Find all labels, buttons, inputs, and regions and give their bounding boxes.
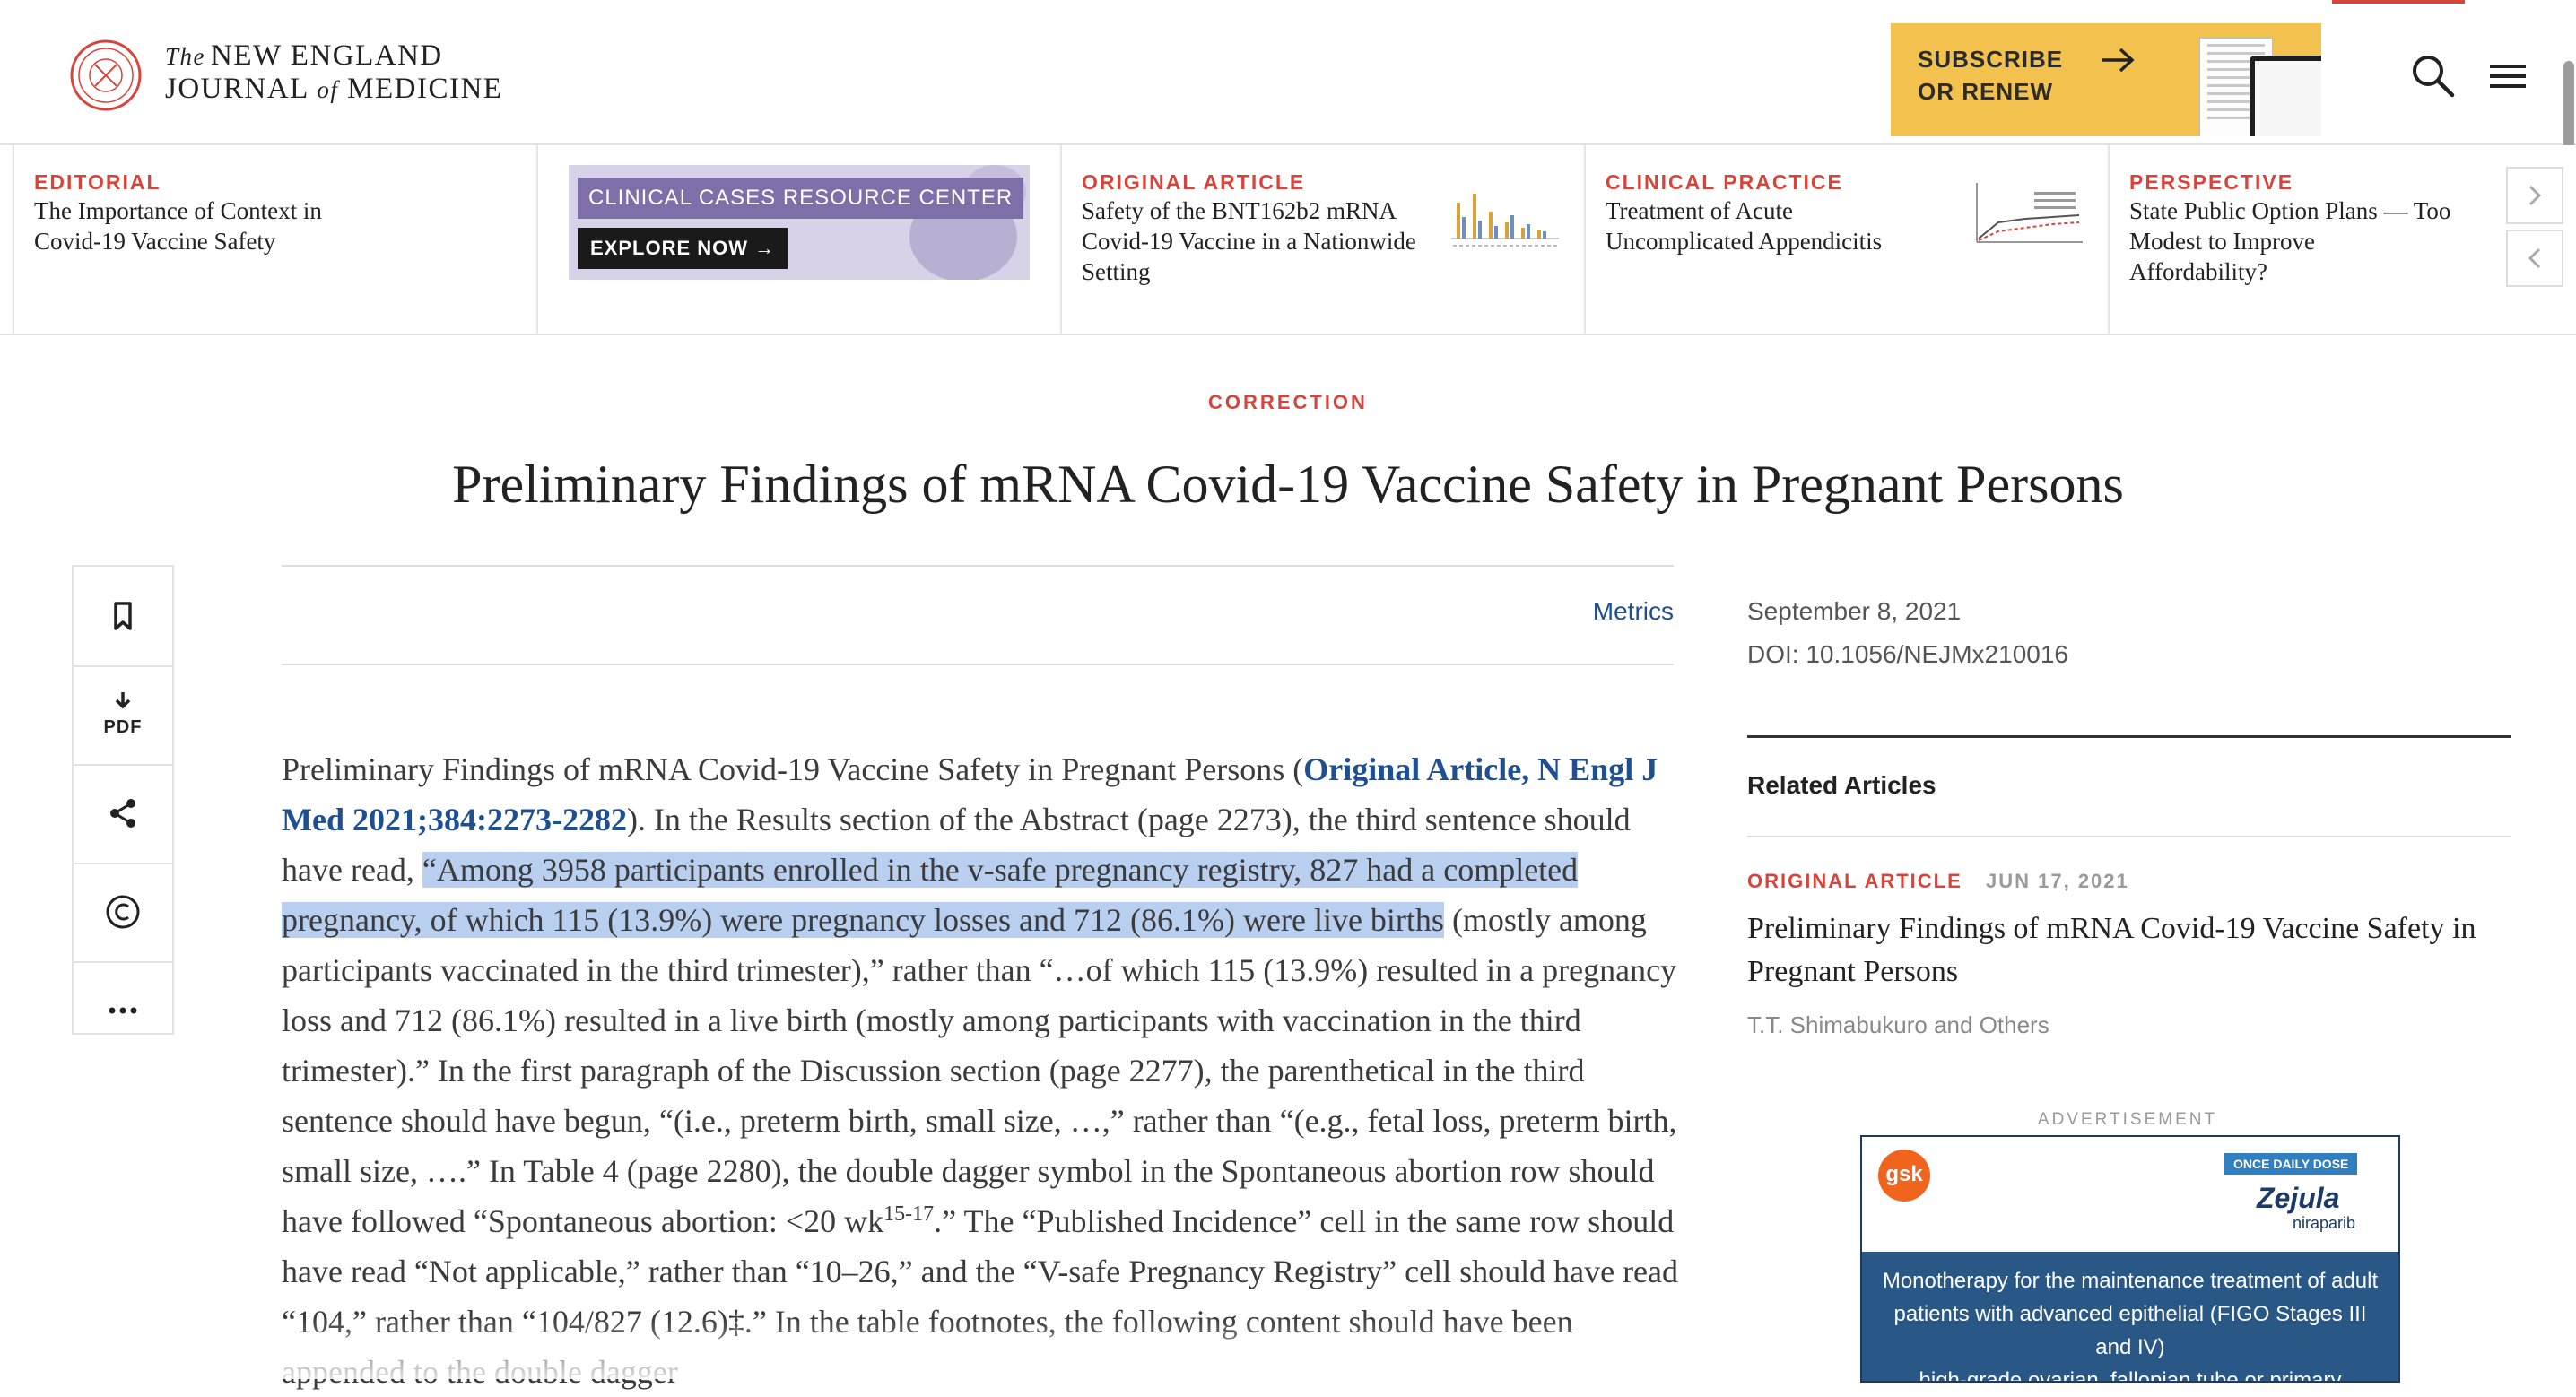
related-article-category: ORIGINAL ARTICLE (1747, 870, 1962, 892)
card-title-line: Safety of the BNT162b2 mRNA (1082, 197, 1397, 224)
divider (1747, 735, 2511, 738)
article-tools: PDF (72, 565, 174, 1035)
bookmark-icon (114, 602, 132, 630)
pdf-download-button[interactable]: PDF (74, 665, 172, 766)
nejm-seal-icon[interactable] (70, 39, 142, 111)
card-title-line: Uncomplicated Appendicitis (1606, 228, 1883, 255)
article-title: Preliminary Findings of mRNA Covid-19 Va… (452, 455, 2124, 514)
pdf-label: PDF (103, 717, 143, 737)
card-title-line: Affordability? (2129, 258, 2267, 285)
generic-name: niraparib (2293, 1214, 2356, 1232)
ad-copy: Monotherapy for the maintenance treatmen… (1880, 1264, 2380, 1383)
ad-copy-line: Monotherapy for the maintenance treatmen… (1882, 1269, 2379, 1293)
carousel-card-perspective[interactable]: PERSPECTIVE State Public Option Plans — … (2108, 145, 2504, 334)
carousel-card-editorial[interactable]: EDITORIAL The Importance of Context in C… (13, 145, 538, 334)
subscribe-label-line2: OR RENEW (1918, 78, 2053, 105)
subscribe-button[interactable]: SUBSCRIBE OR RENEW (1891, 23, 2321, 136)
pdf-download-icon (115, 692, 131, 709)
arrow-right-icon: → (754, 237, 776, 259)
arrow-right-icon (2102, 48, 2135, 73)
related-article-authors: T.T. Shimabukuro and Others (1747, 1011, 2049, 1038)
article-type-label: CORRECTION (1208, 391, 1368, 413)
brand-name: Zejula (2257, 1182, 2340, 1214)
article-body: Preliminary Findings of mRNA Covid-19 Va… (282, 744, 1681, 1397)
subscribe-label-line1: SUBSCRIBE (1918, 46, 2064, 73)
metrics-link[interactable]: Metrics (1525, 597, 1674, 626)
advertisement-banner[interactable]: gsk ONCE DAILY DOSE Zejula niraparib Mon… (1860, 1135, 2400, 1383)
divider (282, 565, 1674, 567)
highlighted-text[interactable]: “Among 3958 participants enrolled in the… (282, 852, 1579, 938)
explore-now-button[interactable]: EXPLORE NOW → (578, 228, 788, 269)
more-icon (109, 1007, 137, 1014)
body-text-segment: (mostly among participants vaccinated in… (282, 902, 1677, 1239)
logo-medicine: MEDICINE (347, 73, 503, 105)
clinical-cases-banner[interactable]: CLINICAL CASES RESOURCE CENTER EXPLORE N… (569, 165, 1030, 280)
reference-superscript[interactable]: 15-17 (883, 1202, 934, 1226)
doi: DOI: 10.1056/NEJMx210016 (1747, 640, 2068, 668)
copyright-permissions-button[interactable] (74, 863, 172, 963)
dose-badge: ONCE DAILY DOSE (2224, 1153, 2358, 1175)
card-title-line: The Importance of Context in (34, 197, 322, 224)
card-title: Treatment of Acute Uncomplicated Appendi… (1606, 195, 1882, 256)
bookmark-button[interactable] (74, 567, 172, 667)
related-articles-heading: Related Articles (1747, 771, 1936, 799)
card-title-line: Treatment of Acute (1606, 197, 1793, 224)
site-logo[interactable]: The NEW ENGLAND JOURNAL of MEDICINE (165, 39, 502, 106)
carousel-next-button[interactable] (2506, 167, 2563, 224)
logo-the: The (165, 43, 205, 70)
carousel-card-clinical-cases[interactable]: CLINICAL CASES RESOURCE CENTER EXPLORE N… (536, 145, 1062, 334)
ad-copy-line: patients with advanced epithelial (FIGO … (1893, 1302, 2367, 1359)
advertisement-label: ADVERTISEMENT (2037, 1110, 2218, 1129)
chevron-right-icon (2528, 185, 2542, 206)
body-text-segment: Preliminary Findings of mRNA Covid-19 Va… (282, 751, 1304, 787)
explore-now-label: EXPLORE NOW (590, 237, 749, 259)
logo-of: of (317, 76, 339, 103)
share-icon (110, 799, 135, 828)
related-article-link[interactable]: Preliminary Findings of mRNA Covid-19 Va… (1747, 907, 2501, 994)
card-category: ORIGINAL ARTICLE (1082, 170, 1306, 194)
featured-articles-carousel: EDITORIAL The Importance of Context in C… (0, 145, 2576, 335)
bar-chart-thumbnail (1451, 194, 1559, 247)
line-chart-thumbnail (1976, 183, 2083, 243)
carousel-card-clinical-practice[interactable]: CLINICAL PRACTICE Treatment of Acute Unc… (1584, 145, 2110, 334)
more-options-button[interactable] (74, 961, 172, 1060)
header-accent-bar (2332, 0, 2465, 4)
card-title: State Public Option Plans — Too Modest t… (2129, 195, 2450, 287)
gsk-logo: gsk (1878, 1150, 1930, 1202)
card-category: PERSPECTIVE (2129, 170, 2294, 194)
chevron-left-icon (2528, 247, 2541, 269)
card-category: CLINICAL PRACTICE (1606, 170, 1843, 194)
hamburger-menu-icon[interactable] (2485, 54, 2531, 99)
card-title-line: Setting (1082, 258, 1151, 285)
tablet-image (2250, 56, 2321, 136)
share-button[interactable] (74, 764, 172, 864)
carousel-prev-button[interactable] (2506, 230, 2563, 287)
carousel-card-original-article[interactable]: ORIGINAL ARTICLE Safety of the BNT162b2 … (1060, 145, 1586, 334)
search-icon[interactable] (2407, 50, 2458, 100)
banner-title: CLINICAL CASES RESOURCE CENTER (578, 178, 1024, 219)
card-title: Safety of the BNT162b2 mRNA Covid-19 Vac… (1082, 195, 1416, 287)
card-title-line: Covid-19 Vaccine Safety (34, 228, 276, 255)
site-header: The NEW ENGLAND JOURNAL of MEDICINE SUBSC… (0, 0, 2576, 145)
card-title-line: Modest to Improve (2129, 228, 2315, 255)
ad-copy-line: high-grade ovarian, fallopian tube or pr… (1919, 1368, 2342, 1383)
card-category: EDITORIAL (34, 170, 161, 194)
logo-journal: JOURNAL (165, 73, 309, 105)
divider (1747, 836, 2511, 837)
publication-date: September 8, 2021 (1747, 597, 1962, 625)
logo-line1: NEW ENGLAND (211, 39, 443, 72)
divider (282, 664, 1674, 665)
card-title-line: State Public Option Plans — Too (2129, 197, 2451, 224)
copyright-icon (106, 895, 140, 929)
related-article-date: JUN 17, 2021 (1986, 870, 2129, 892)
card-title-line: Covid-19 Vaccine in a Nationwide (1082, 228, 1416, 255)
card-title: The Importance of Context in Covid-19 Va… (34, 195, 322, 256)
